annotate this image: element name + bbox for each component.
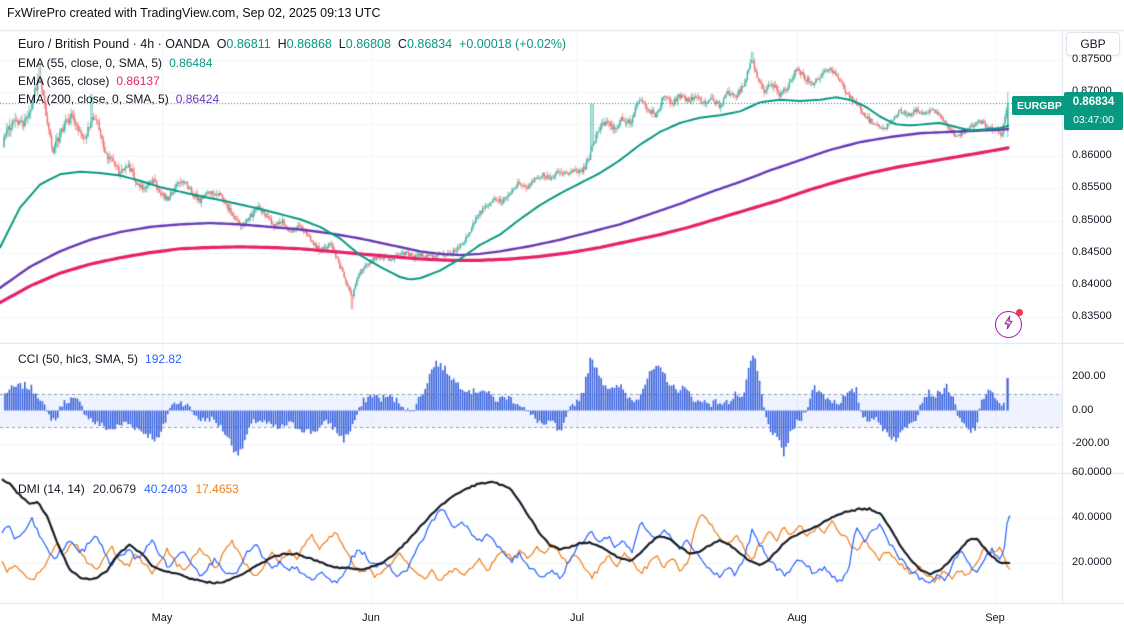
- ohlc-value: 0.86834: [406, 37, 453, 51]
- symbol-legend: Euro / British Pound · 4h · OANDA O0.868…: [18, 35, 566, 108]
- time-axis-month-label: Aug: [787, 612, 807, 624]
- cci-legend-row[interactable]: CCI (50, hlc3, SMA, 5) 192.82: [18, 350, 182, 368]
- symbol-exchange: OANDA: [165, 37, 210, 51]
- time-axis-month-label: May: [151, 612, 173, 624]
- price-axis-label: 0.86000: [1072, 149, 1112, 162]
- cci-axis-label: 200.00: [1072, 369, 1106, 382]
- ema200-value: 0.86424: [175, 92, 220, 106]
- price-axis-label: 0.85000: [1072, 213, 1112, 226]
- ohlc-letter: L: [331, 37, 346, 51]
- ohlc-letter: O: [209, 37, 227, 51]
- ema365-row[interactable]: EMA (365, close) 0.86137: [18, 72, 566, 90]
- change-value: +0.00018 (+0.02%): [452, 37, 567, 51]
- quick-trade-button[interactable]: [995, 309, 1023, 338]
- dmi-legend-row[interactable]: DMI (14, 14) 20.0679 40.2403 17.4653: [18, 480, 247, 498]
- price-axis-label: 0.87500: [1072, 53, 1112, 65]
- cci-axis-label: 0.00: [1072, 403, 1094, 416]
- cci-label[interactable]: CCI (50, hlc3, SMA, 5): [18, 352, 138, 366]
- ema200-label[interactable]: EMA (200, close, 0, SMA, 5): [18, 92, 169, 106]
- ohlc-letter: H: [270, 37, 287, 51]
- notification-dot: [1016, 309, 1023, 316]
- legend-separator: ·: [154, 37, 166, 51]
- ohlc-letter: C: [390, 37, 407, 51]
- dmi-label[interactable]: DMI (14, 14): [18, 482, 85, 496]
- ohlc-value: 0.86868: [286, 37, 332, 51]
- dmi-axis-label: 20.0000: [1072, 556, 1112, 568]
- dmi-adx-value: 20.0679: [92, 482, 137, 496]
- badge-countdown: 03:47:00: [1073, 114, 1114, 126]
- price-axis-label: 0.85500: [1072, 181, 1112, 194]
- ema55-row[interactable]: EMA (55, close, 0, SMA, 5) 0.86484: [18, 54, 566, 72]
- ema200-row[interactable]: EMA (200, close, 0, SMA, 5) 0.86424: [18, 90, 566, 108]
- ohlc-value: 0.86808: [345, 37, 391, 51]
- symbol-name[interactable]: Euro / British Pound: [18, 37, 129, 51]
- ohlc-value: 0.86811: [226, 37, 271, 51]
- cci-value: 192.82: [145, 352, 182, 366]
- time-axis-month-label: Jun: [362, 612, 380, 624]
- cci-axis-label: -200.00: [1072, 437, 1110, 450]
- symbol-badge: EURGBP: [1012, 96, 1067, 115]
- time-axis-month-label: Sep: [985, 612, 1005, 624]
- dmi-axis-label: 40.0000: [1072, 511, 1112, 523]
- dmi-minusdi-value: 17.4653: [195, 482, 239, 496]
- ema55-value: 0.86484: [169, 56, 213, 70]
- price-axis-label: 0.83500: [1072, 309, 1112, 322]
- time-axis-month-label: Jul: [569, 612, 585, 624]
- symbol-row[interactable]: Euro / British Pound · 4h · OANDA O0.868…: [18, 35, 566, 53]
- dmi-plusdi-value: 40.2403: [144, 482, 188, 496]
- symbol-interval: 4h: [140, 37, 155, 51]
- price-badge: 0.86834 03:47:00: [1064, 92, 1123, 130]
- dmi-axis-label: 60.0000: [1072, 466, 1112, 478]
- price-axis-label: 0.84500: [1072, 245, 1112, 258]
- ema365-value: 0.86137: [116, 74, 160, 88]
- lightning-icon: [1001, 315, 1016, 335]
- legend-separator: ·: [129, 37, 141, 51]
- badge-price: 0.86834: [1072, 96, 1115, 108]
- ema365-label[interactable]: EMA (365, close): [18, 74, 109, 88]
- ema55-label[interactable]: EMA (55, close, 0, SMA, 5): [18, 56, 162, 70]
- price-axis-label: 0.84000: [1072, 277, 1112, 290]
- watermark-title: FxWirePro created with TradingView.com, …: [7, 6, 381, 20]
- chart-window: FxWirePro created with TradingView.com, …: [0, 0, 1124, 634]
